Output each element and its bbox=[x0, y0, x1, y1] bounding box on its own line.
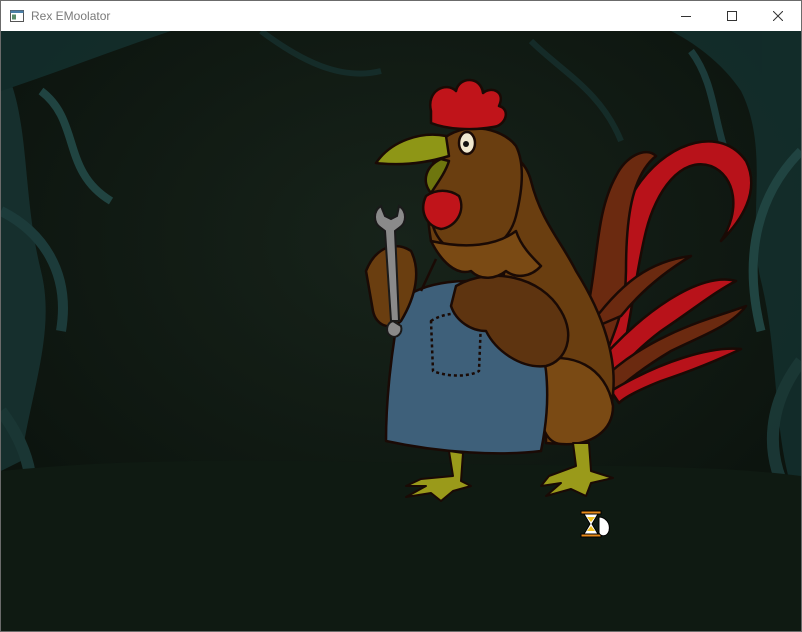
window-title: Rex EMoolator bbox=[31, 9, 111, 23]
game-scene[interactable] bbox=[1, 31, 801, 631]
title-bar[interactable]: Rex EMoolator bbox=[1, 1, 801, 31]
minimize-icon bbox=[681, 16, 691, 17]
maximize-button[interactable] bbox=[709, 1, 755, 31]
close-button[interactable] bbox=[755, 1, 801, 31]
minimize-button[interactable] bbox=[663, 1, 709, 31]
window-controls bbox=[663, 1, 801, 31]
maximize-icon bbox=[727, 11, 737, 21]
app-window-icon bbox=[9, 8, 25, 24]
app-window: Rex EMoolator bbox=[0, 0, 802, 632]
ground bbox=[1, 460, 801, 631]
close-icon bbox=[773, 11, 783, 21]
